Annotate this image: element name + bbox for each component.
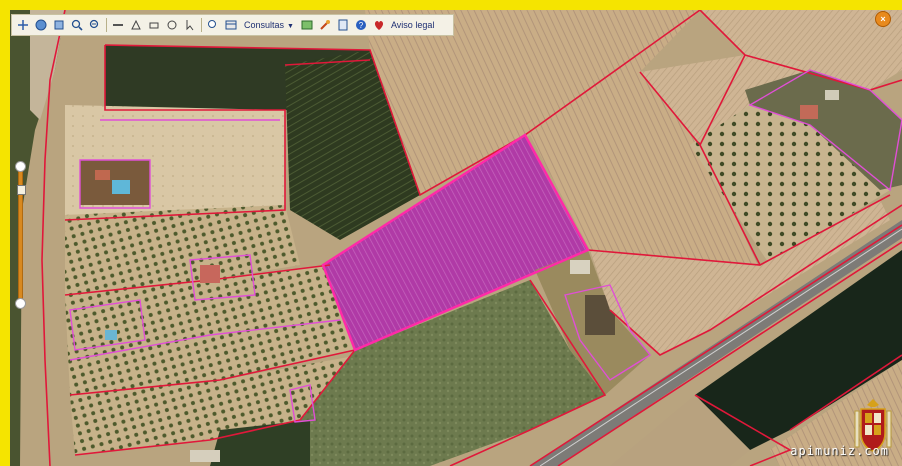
map-toolbar: Consultas ▼ ? Aviso legal: [11, 14, 454, 36]
legal-icon[interactable]: [372, 18, 386, 32]
zoom-out-knob[interactable]: [15, 298, 26, 309]
print-icon[interactable]: [147, 18, 161, 32]
toolbar-separator: [106, 18, 107, 32]
page-icon[interactable]: [336, 18, 350, 32]
consultas-label: Consultas: [244, 20, 285, 30]
select-icon[interactable]: [183, 18, 197, 32]
measure-icon[interactable]: [111, 18, 125, 32]
globe-icon[interactable]: [34, 18, 48, 32]
aviso-legal-link[interactable]: Aviso legal: [391, 20, 434, 30]
help-icon[interactable]: ?: [354, 18, 368, 32]
info-icon[interactable]: [165, 18, 179, 32]
zoom-handle[interactable]: [17, 185, 26, 195]
layers-icon[interactable]: [52, 18, 66, 32]
map-canvas[interactable]: [10, 10, 902, 466]
watermark-text: apimuniz.com: [790, 444, 889, 458]
consultas-dropdown[interactable]: Consultas ▼: [244, 20, 294, 30]
aerial-map[interactable]: [10, 10, 902, 466]
zoom-in-knob[interactable]: [15, 161, 26, 172]
svg-text:?: ?: [359, 21, 364, 30]
close-icon[interactable]: ×: [875, 11, 891, 27]
pan-icon[interactable]: [16, 18, 30, 32]
tools-icon[interactable]: [318, 18, 332, 32]
toolbar-separator: [201, 18, 202, 32]
table-icon[interactable]: [224, 18, 238, 32]
zoom-in-icon[interactable]: [70, 18, 84, 32]
zoom-out-icon[interactable]: [88, 18, 102, 32]
chevron-down-icon: ▼: [287, 23, 294, 30]
area-icon[interactable]: [129, 18, 143, 32]
window-frame: Consultas ▼ ? Aviso legal × apimuniz.com: [0, 0, 902, 466]
map-icon[interactable]: [300, 18, 314, 32]
search-icon[interactable]: [206, 18, 220, 32]
